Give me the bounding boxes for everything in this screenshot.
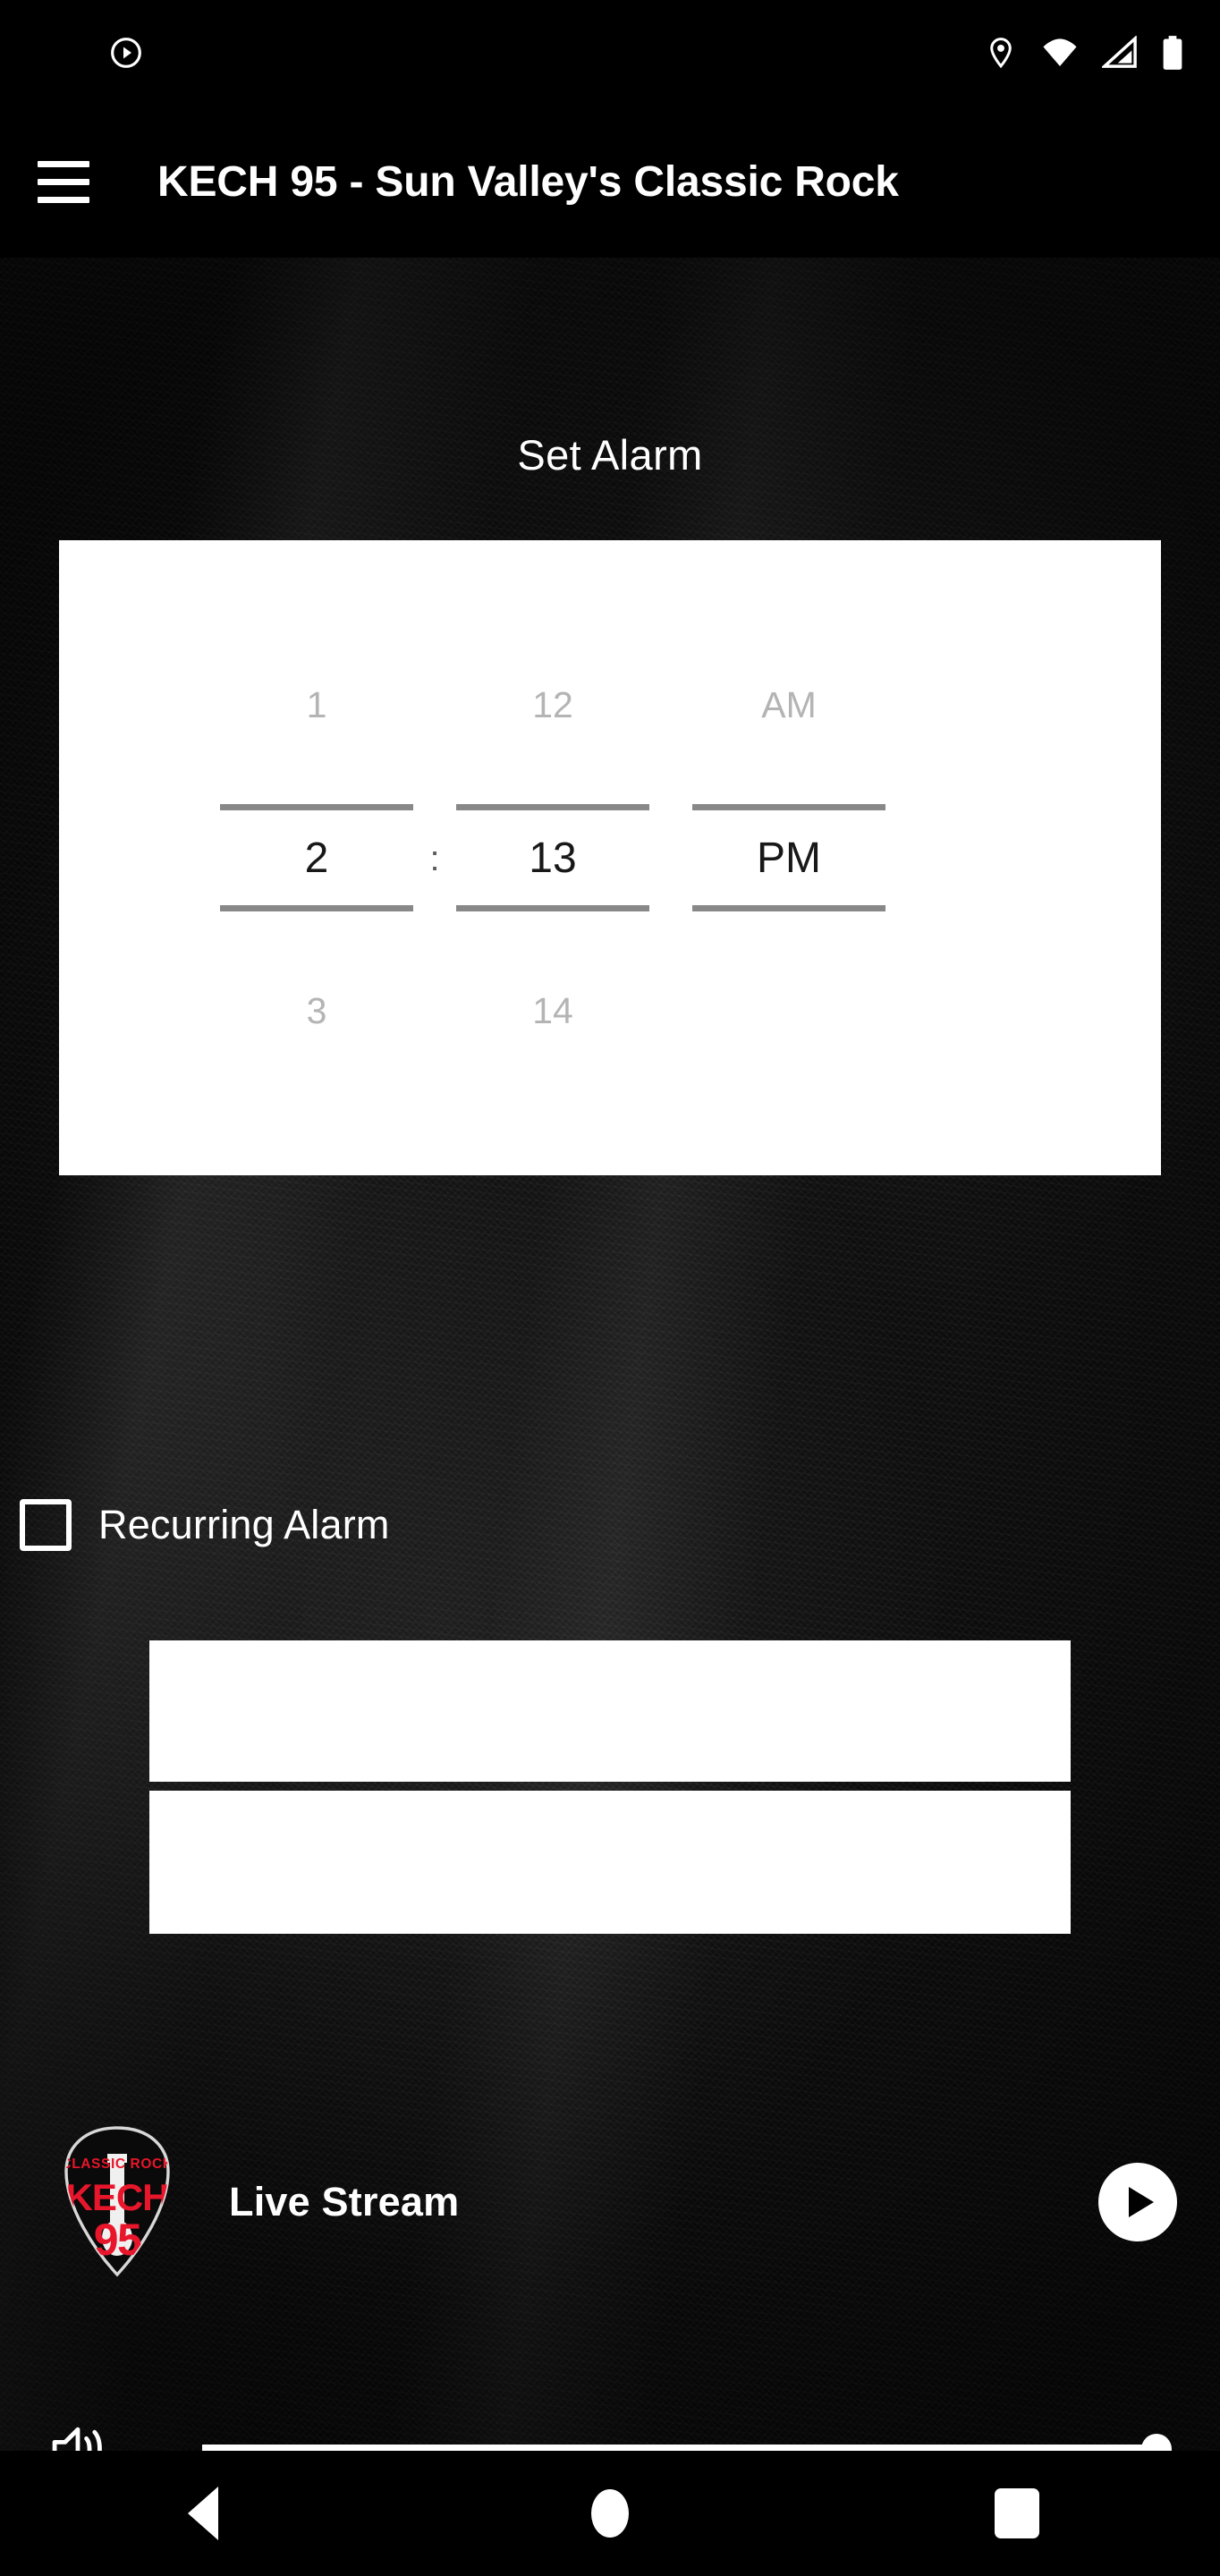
time-picker-card: 1 2 3 : 12 13 14 AM PM [59, 540, 1161, 1175]
status-bar-right-icons [984, 35, 1184, 71]
cellular-signal-icon [1102, 36, 1137, 68]
meridiem-divider-top [692, 804, 885, 810]
volume-slider[interactable] [202, 2434, 1172, 2451]
hamburger-menu-icon[interactable] [38, 147, 107, 216]
now-playing-title: Live Stream [229, 2179, 460, 2224]
status-bar-clock: 2:13 [55, 45, 84, 60]
play-icon [1128, 2187, 1154, 2217]
blank-panel-top[interactable] [149, 1640, 1071, 1782]
minute-divider-top [456, 804, 649, 810]
app-bar: KECH 95 - Sun Valley's Classic Rock [0, 106, 1220, 258]
app-screen: 2:13 KECH 95 - Sun Valley's Classic Rock… [0, 0, 1220, 2576]
volume-slider-thumb[interactable] [1141, 2434, 1172, 2451]
play-stream-button[interactable] [1098, 2163, 1177, 2241]
back-triangle-icon [188, 2487, 219, 2540]
svg-text:CLASSIC ROCK: CLASSIC ROCK [63, 2157, 172, 2172]
nav-recents[interactable] [813, 2488, 1220, 2538]
recurring-alarm-checkbox[interactable] [20, 1499, 72, 1551]
hour-divider-top [220, 804, 413, 810]
main-content: Set Alarm 1 2 3 : 12 13 14 AM PM Recurri… [0, 258, 1220, 2451]
minute-next-value[interactable]: 14 [456, 961, 649, 1061]
meridiem-previous-value[interactable]: AM [692, 655, 885, 755]
battery-icon [1163, 36, 1182, 70]
hour-next-value[interactable]: 3 [220, 961, 413, 1061]
station-logo: CLASSIC ROCK KECH 95 CLASSIC ROCK KECH 9… [63, 2125, 172, 2279]
time-picker-columns: 1 2 3 : 12 13 14 AM PM [220, 655, 885, 1061]
minute-divider-bottom [456, 905, 649, 911]
minute-previous-value[interactable]: 12 [456, 655, 649, 755]
minute-selected-value[interactable]: 13 [456, 810, 649, 905]
hamburger-bar-2 [38, 178, 89, 185]
blank-panel-bottom[interactable] [149, 1791, 1071, 1934]
hour-divider-bottom [220, 905, 413, 911]
meridiem-divider-bottom [692, 905, 885, 911]
recents-square-icon [994, 2488, 1039, 2538]
recurring-alarm-label: Recurring Alarm [98, 1502, 390, 1547]
hour-previous-value[interactable]: 1 [220, 655, 413, 755]
location-pin-icon [990, 38, 1012, 69]
hour-selected-value[interactable]: 2 [220, 810, 413, 905]
wifi-icon [1043, 38, 1077, 67]
recurring-alarm-row[interactable]: Recurring Alarm [20, 1499, 390, 1551]
android-nav-bar [0, 2451, 1220, 2576]
time-separator: : [429, 838, 440, 878]
now-playing-row: CLASSIC ROCK KECH 95 CLASSIC ROCK KECH 9… [0, 2122, 1220, 2283]
set-alarm-heading: Set Alarm [517, 431, 703, 479]
minute-picker-column[interactable]: 12 13 14 [456, 655, 649, 1061]
home-circle-icon [591, 2489, 629, 2538]
meridiem-next-value [692, 961, 885, 1061]
meridiem-picker-column[interactable]: AM PM [692, 655, 885, 1061]
meridiem-selected-value[interactable]: PM [692, 810, 885, 905]
volume-up-icon[interactable] [50, 2421, 109, 2451]
status-bar: 2:13 [0, 0, 1220, 106]
svg-text:KECH: KECH [65, 2176, 168, 2218]
nav-home[interactable] [407, 2489, 814, 2538]
hamburger-bar-1 [38, 160, 89, 167]
app-title: KECH 95 - Sun Valley's Classic Rock [157, 157, 899, 206]
status-bar-left-icons [108, 35, 144, 71]
volume-row: 100 [0, 2404, 1220, 2451]
hamburger-bar-3 [38, 196, 89, 203]
play-circle-icon [111, 38, 142, 68]
hour-picker-column[interactable]: 1 2 3 [220, 655, 413, 1061]
nav-back[interactable] [0, 2487, 407, 2540]
